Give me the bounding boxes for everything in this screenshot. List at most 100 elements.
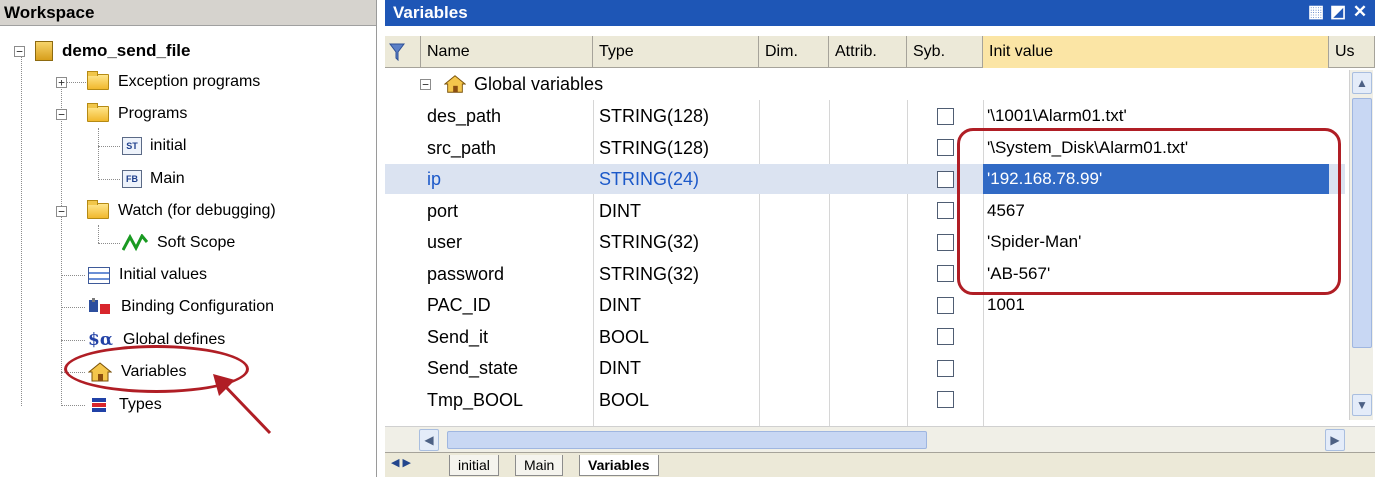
variable-attrib[interactable] [829, 290, 907, 320]
column-header-init-value[interactable]: Init value [983, 36, 1329, 68]
column-header-syb[interactable]: Syb. [907, 36, 983, 68]
horizontal-scrollbar[interactable]: ◀ ▶ [385, 426, 1375, 452]
column-header-attrib[interactable]: Attrib. [829, 36, 907, 68]
column-header-type[interactable]: Type [593, 36, 759, 68]
tree-item-programs[interactable]: − Programs [56, 99, 187, 129]
variable-attrib[interactable] [829, 259, 907, 289]
layout-icon[interactable]: ▦ [1307, 3, 1325, 21]
variable-attrib[interactable] [829, 133, 907, 163]
scroll-thumb[interactable] [1352, 98, 1372, 348]
variable-syb[interactable] [907, 353, 983, 383]
table-row[interactable]: Tmp_BOOL BOOL [385, 385, 1345, 415]
resize-icon[interactable]: ◩ [1329, 3, 1347, 21]
tab-main[interactable]: Main [515, 455, 564, 476]
variable-attrib[interactable] [829, 385, 907, 415]
syb-checkbox[interactable] [936, 170, 954, 188]
collapse-toggle[interactable]: − [56, 205, 67, 217]
expand-toggle[interactable]: + [56, 76, 67, 88]
filter-icon[interactable] [385, 36, 421, 68]
variable-type[interactable]: STRING(128) [593, 101, 759, 131]
variable-dim[interactable] [759, 196, 829, 226]
variable-name[interactable]: port [421, 196, 593, 226]
scroll-down-button[interactable]: ▼ [1352, 394, 1372, 416]
variable-type[interactable]: BOOL [593, 322, 759, 352]
syb-checkbox[interactable] [936, 107, 954, 125]
variable-name[interactable]: Send_state [421, 353, 593, 383]
scroll-thumb[interactable] [447, 431, 927, 449]
variable-attrib[interactable] [829, 101, 907, 131]
collapse-toggle[interactable]: − [14, 45, 25, 57]
syb-checkbox[interactable] [936, 233, 954, 251]
variable-name[interactable]: Send_it [421, 322, 593, 352]
variable-type[interactable]: BOOL [593, 385, 759, 415]
tree-item-project[interactable]: − demo_send_file [14, 36, 191, 66]
variable-name[interactable]: Tmp_BOOL [421, 385, 593, 415]
variable-type[interactable]: DINT [593, 196, 759, 226]
variable-name[interactable]: password [421, 259, 593, 289]
variable-dim[interactable] [759, 353, 829, 383]
column-header-dim[interactable]: Dim. [759, 36, 829, 68]
syb-checkbox[interactable] [936, 296, 954, 314]
tree-item-main[interactable]: FB Main [122, 164, 185, 194]
variable-name[interactable]: des_path [421, 101, 593, 131]
variable-attrib[interactable] [829, 322, 907, 352]
variable-name[interactable]: src_path [421, 133, 593, 163]
tree-item-exception-programs[interactable]: + Exception programs [56, 67, 260, 97]
syb-checkbox[interactable] [936, 359, 954, 377]
close-icon[interactable]: ✕ [1351, 3, 1369, 21]
tree-item-initial-values[interactable]: Initial values [88, 260, 207, 290]
tree-item-watch[interactable]: − Watch (for debugging) [56, 196, 276, 226]
variable-type[interactable]: STRING(32) [593, 227, 759, 257]
collapse-toggle[interactable]: − [56, 108, 67, 120]
variable-init-value[interactable] [983, 353, 1329, 383]
variable-dim[interactable] [759, 164, 829, 194]
variable-init-value[interactable]: '\1001\Alarm01.txt' [983, 101, 1329, 131]
syb-checkbox[interactable] [936, 202, 954, 219]
table-row[interactable]: Send_it BOOL [385, 322, 1345, 352]
variable-dim[interactable] [759, 385, 829, 415]
variable-syb[interactable] [907, 385, 983, 415]
tab-nav-arrows[interactable]: ◀ ▶ [391, 456, 411, 469]
collapse-toggle[interactable]: − [420, 78, 431, 90]
tree-item-binding-configuration[interactable]: Binding Configuration [88, 292, 274, 322]
variable-dim[interactable] [759, 101, 829, 131]
variable-type[interactable]: DINT [593, 353, 759, 383]
variable-name[interactable]: PAC_ID [421, 290, 593, 320]
variable-attrib[interactable] [829, 164, 907, 194]
tree-item-types[interactable]: Types [88, 390, 162, 420]
column-header-us[interactable]: Us [1329, 36, 1375, 68]
variable-syb[interactable] [907, 322, 983, 352]
table-row[interactable]: des_path STRING(128) '\1001\Alarm01.txt' [385, 101, 1345, 131]
variable-dim[interactable] [759, 133, 829, 163]
tree-item-initial[interactable]: ST initial [122, 131, 186, 161]
table-row[interactable]: Send_state DINT [385, 353, 1345, 383]
tree-item-soft-scope[interactable]: Soft Scope [121, 228, 235, 258]
variable-type[interactable]: STRING(32) [593, 259, 759, 289]
variable-attrib[interactable] [829, 196, 907, 226]
syb-checkbox[interactable] [936, 265, 954, 282]
variable-init-value[interactable] [983, 385, 1329, 415]
variable-init-value[interactable] [983, 322, 1329, 352]
variable-dim[interactable] [759, 227, 829, 257]
column-header-name[interactable]: Name [421, 36, 593, 68]
syb-checkbox[interactable] [936, 391, 954, 408]
scroll-up-button[interactable]: ▲ [1352, 72, 1372, 94]
variable-dim[interactable] [759, 290, 829, 320]
scroll-left-button[interactable]: ◀ [419, 429, 439, 451]
variable-attrib[interactable] [829, 353, 907, 383]
scroll-right-button[interactable]: ▶ [1325, 429, 1345, 451]
variable-name[interactable]: user [421, 227, 593, 257]
variable-name[interactable]: ip [421, 164, 593, 194]
tab-initial[interactable]: initial [449, 455, 499, 476]
variable-dim[interactable] [759, 259, 829, 289]
variable-syb[interactable] [907, 101, 983, 131]
variable-type[interactable]: STRING(24) [593, 164, 759, 194]
variable-type[interactable]: DINT [593, 290, 759, 320]
variable-dim[interactable] [759, 322, 829, 352]
group-row[interactable]: − Global variables [385, 69, 1345, 99]
variable-attrib[interactable] [829, 227, 907, 257]
variable-type[interactable]: STRING(128) [593, 133, 759, 163]
syb-checkbox[interactable] [936, 328, 954, 345]
syb-checkbox[interactable] [936, 139, 954, 156]
tab-variables[interactable]: Variables [579, 455, 659, 476]
